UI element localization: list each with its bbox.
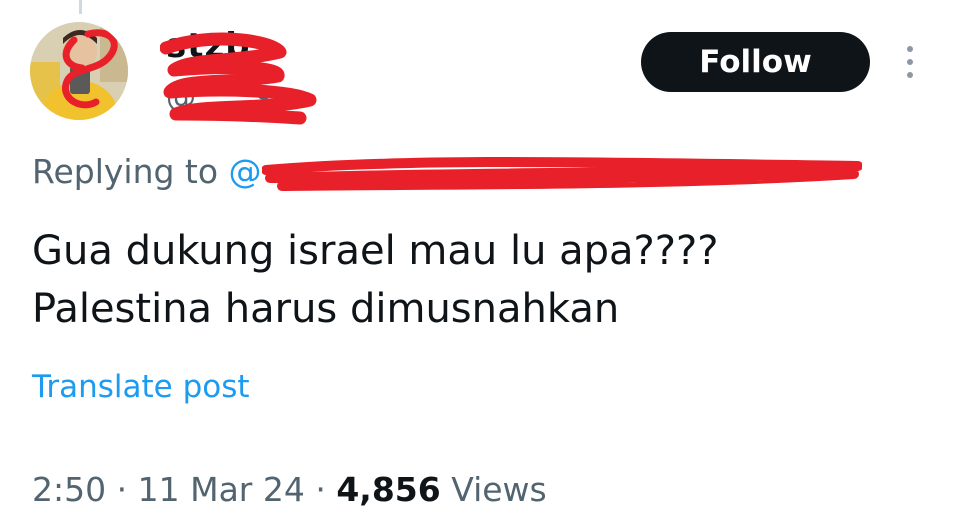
replying-to-mention[interactable]: @	[229, 152, 262, 191]
thread-connector-line	[79, 0, 82, 14]
replying-to-label: Replying to	[32, 152, 219, 191]
post-text-line: Gua dukung israel mau lu apa????	[32, 228, 719, 274]
avatar-image	[30, 22, 128, 120]
post-date[interactable]: 11 Mar 24	[138, 470, 305, 509]
post-meta: 2:50 · 11 Mar 24 · 4,856 Views	[32, 470, 547, 509]
avatar[interactable]	[30, 22, 128, 120]
post-text-line: Palestina harus dimusnahkan	[32, 286, 620, 332]
author-info[interactable]: stzb @____s	[160, 18, 330, 128]
replying-to-line: Replying to @	[32, 152, 262, 191]
meta-separator: ·	[116, 470, 128, 509]
mention-redaction-scribble	[262, 157, 862, 191]
post-time[interactable]: 2:50	[32, 470, 106, 509]
more-vertical-icon[interactable]	[902, 44, 918, 80]
views-count: 4,856	[336, 470, 441, 509]
meta-separator: ·	[315, 470, 326, 509]
post-text: Gua dukung israel mau lu apa???? Palesti…	[32, 222, 718, 338]
translate-post-link[interactable]: Translate post	[32, 369, 250, 405]
name-redaction-scribble	[160, 32, 317, 125]
follow-button[interactable]: Follow	[641, 32, 870, 92]
views-label: Views	[451, 470, 547, 509]
